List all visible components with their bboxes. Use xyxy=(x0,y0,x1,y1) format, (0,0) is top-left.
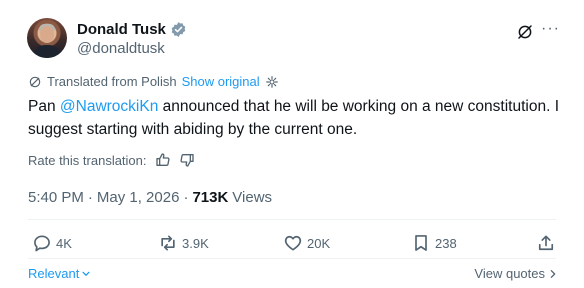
author-display-name[interactable]: Donald Tusk xyxy=(77,21,166,38)
rate-translation-label: Rate this translation: xyxy=(28,152,147,168)
translated-from-label: Translated from Polish xyxy=(47,74,177,89)
thumbs-down-icon[interactable] xyxy=(179,152,195,168)
translate-icon xyxy=(29,76,41,87)
tweet-text: Pan @NawrockiKn announced that he will b… xyxy=(28,95,568,141)
chevron-right-icon xyxy=(550,269,556,278)
author-name-row: Donald Tusk xyxy=(77,21,187,38)
reply-count: 4K xyxy=(56,235,72,251)
divider xyxy=(28,219,556,220)
like-count: 20K xyxy=(307,235,331,251)
tweet-date[interactable]: May 1, 2026 xyxy=(97,189,180,206)
tweet-meta: 5:40 PM · May 1, 2026 · 713K Views xyxy=(28,189,272,206)
bookmark-icon xyxy=(415,235,427,251)
sort-replies-button[interactable]: Relevant xyxy=(28,266,91,281)
divider xyxy=(28,258,556,259)
thumbs-up-icon[interactable] xyxy=(155,152,171,168)
more-options-icon[interactable]: ··· xyxy=(541,21,559,40)
view-quotes-link[interactable]: View quotes xyxy=(474,266,558,281)
share-icon xyxy=(538,235,554,251)
tweet-actions: 4K 3.9K 20K 238 xyxy=(28,233,558,255)
views-count: 713K xyxy=(192,189,229,206)
tweet-time[interactable]: 5:40 PM xyxy=(28,189,84,206)
share-button[interactable] xyxy=(536,233,556,253)
meta-separator: · xyxy=(87,189,93,206)
repost-icon xyxy=(161,235,175,251)
repost-count: 3.9K xyxy=(182,235,209,251)
sort-label: Relevant xyxy=(28,266,80,281)
rate-translation-row: Rate this translation: xyxy=(28,152,195,168)
show-original-link[interactable]: Show original xyxy=(182,74,260,89)
chevron-down-icon xyxy=(82,271,90,276)
views-label: Views xyxy=(232,189,273,206)
author-handle[interactable]: @donaldtusk xyxy=(77,40,165,57)
tweet-text-prefix: Pan xyxy=(28,98,60,115)
repost-button[interactable]: 3.9K xyxy=(158,233,209,253)
heart-icon xyxy=(284,235,302,251)
like-button[interactable]: 20K xyxy=(283,233,330,253)
view-quotes-label: View quotes xyxy=(474,266,545,281)
mention-link[interactable]: @NawrockiKn xyxy=(60,98,158,115)
translation-notice: Translated from Polish Show original xyxy=(28,74,279,89)
avatar[interactable] xyxy=(27,18,67,58)
reply-icon xyxy=(34,235,50,252)
bookmark-button[interactable]: 238 xyxy=(411,233,457,253)
grok-icon[interactable] xyxy=(516,23,534,41)
meta-separator: · xyxy=(183,189,189,206)
bookmark-count: 238 xyxy=(435,235,457,251)
verified-badge-icon xyxy=(171,22,186,37)
settings-gear-icon[interactable] xyxy=(265,75,279,89)
reply-button[interactable]: 4K xyxy=(32,233,72,253)
